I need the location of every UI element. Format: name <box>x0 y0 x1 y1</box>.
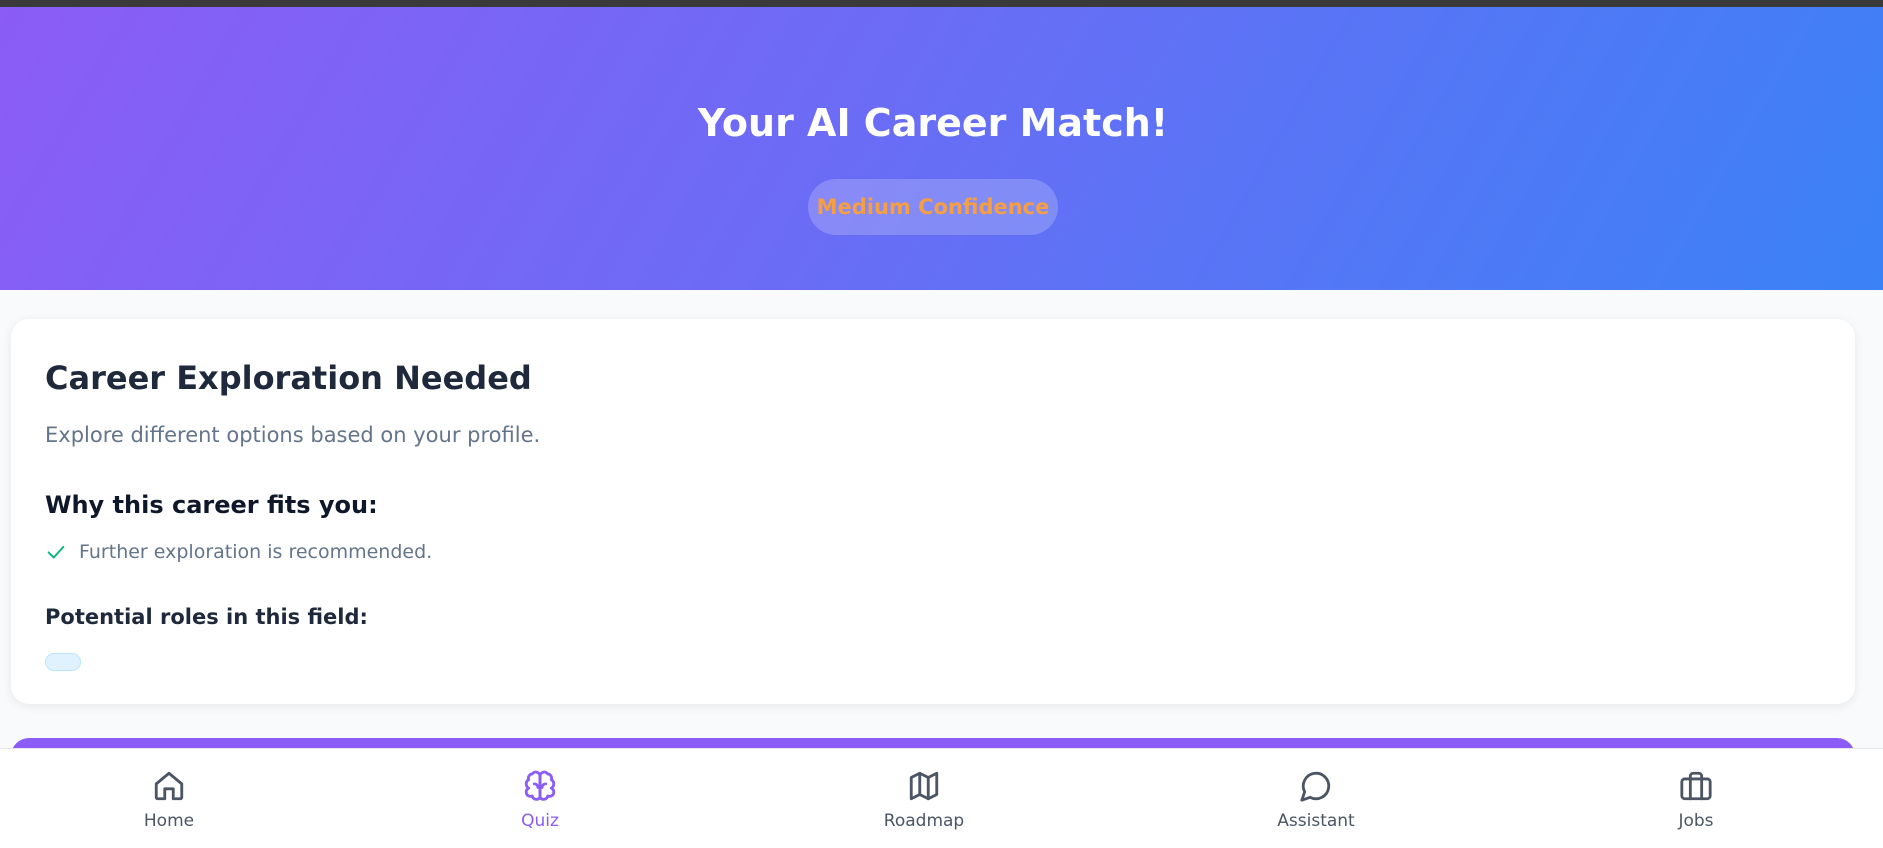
nav-item-quiz[interactable]: Quiz <box>460 769 620 839</box>
roles-heading: Potential roles in this field: <box>45 605 368 629</box>
page-title: Your AI Career Match! <box>697 101 1169 145</box>
why-fits-heading: Why this career fits you: <box>45 491 378 519</box>
confidence-badge: Medium Confidence <box>808 179 1058 235</box>
nav-item-home[interactable]: Home <box>89 769 249 839</box>
nav-label-jobs: Jobs <box>1678 811 1714 831</box>
chat-bubble-icon <box>1300 771 1331 802</box>
browser-top-strip <box>0 0 1883 7</box>
hero-banner: Your AI Career Match! Medium Confidence <box>0 7 1883 290</box>
nav-label-assistant: Assistant <box>1277 811 1355 831</box>
nav-label-quiz: Quiz <box>521 811 559 831</box>
career-title: Career Exploration Needed <box>45 359 532 397</box>
brain-icon <box>524 770 556 801</box>
nav-item-roadmap[interactable]: Roadmap <box>844 769 1004 839</box>
nav-label-roadmap: Roadmap <box>883 811 965 831</box>
nav-item-jobs[interactable]: Jobs <box>1616 769 1776 839</box>
reason-text: Further exploration is recommended. <box>79 541 433 563</box>
check-icon <box>47 545 65 559</box>
role-chip[interactable] <box>45 653 81 671</box>
bottom-nav: Home Quiz Roadmap Assistant Jobs <box>0 748 1883 848</box>
career-description: Explore different options based on your … <box>45 423 541 447</box>
nav-label-home: Home <box>143 811 195 831</box>
career-result-card: Career Exploration Needed Explore differ… <box>11 319 1855 704</box>
home-icon <box>154 771 184 801</box>
reason-item: Further exploration is recommended. <box>45 541 432 563</box>
nav-item-assistant[interactable]: Assistant <box>1236 769 1396 839</box>
map-icon <box>909 771 939 801</box>
briefcase-icon <box>1680 771 1712 801</box>
